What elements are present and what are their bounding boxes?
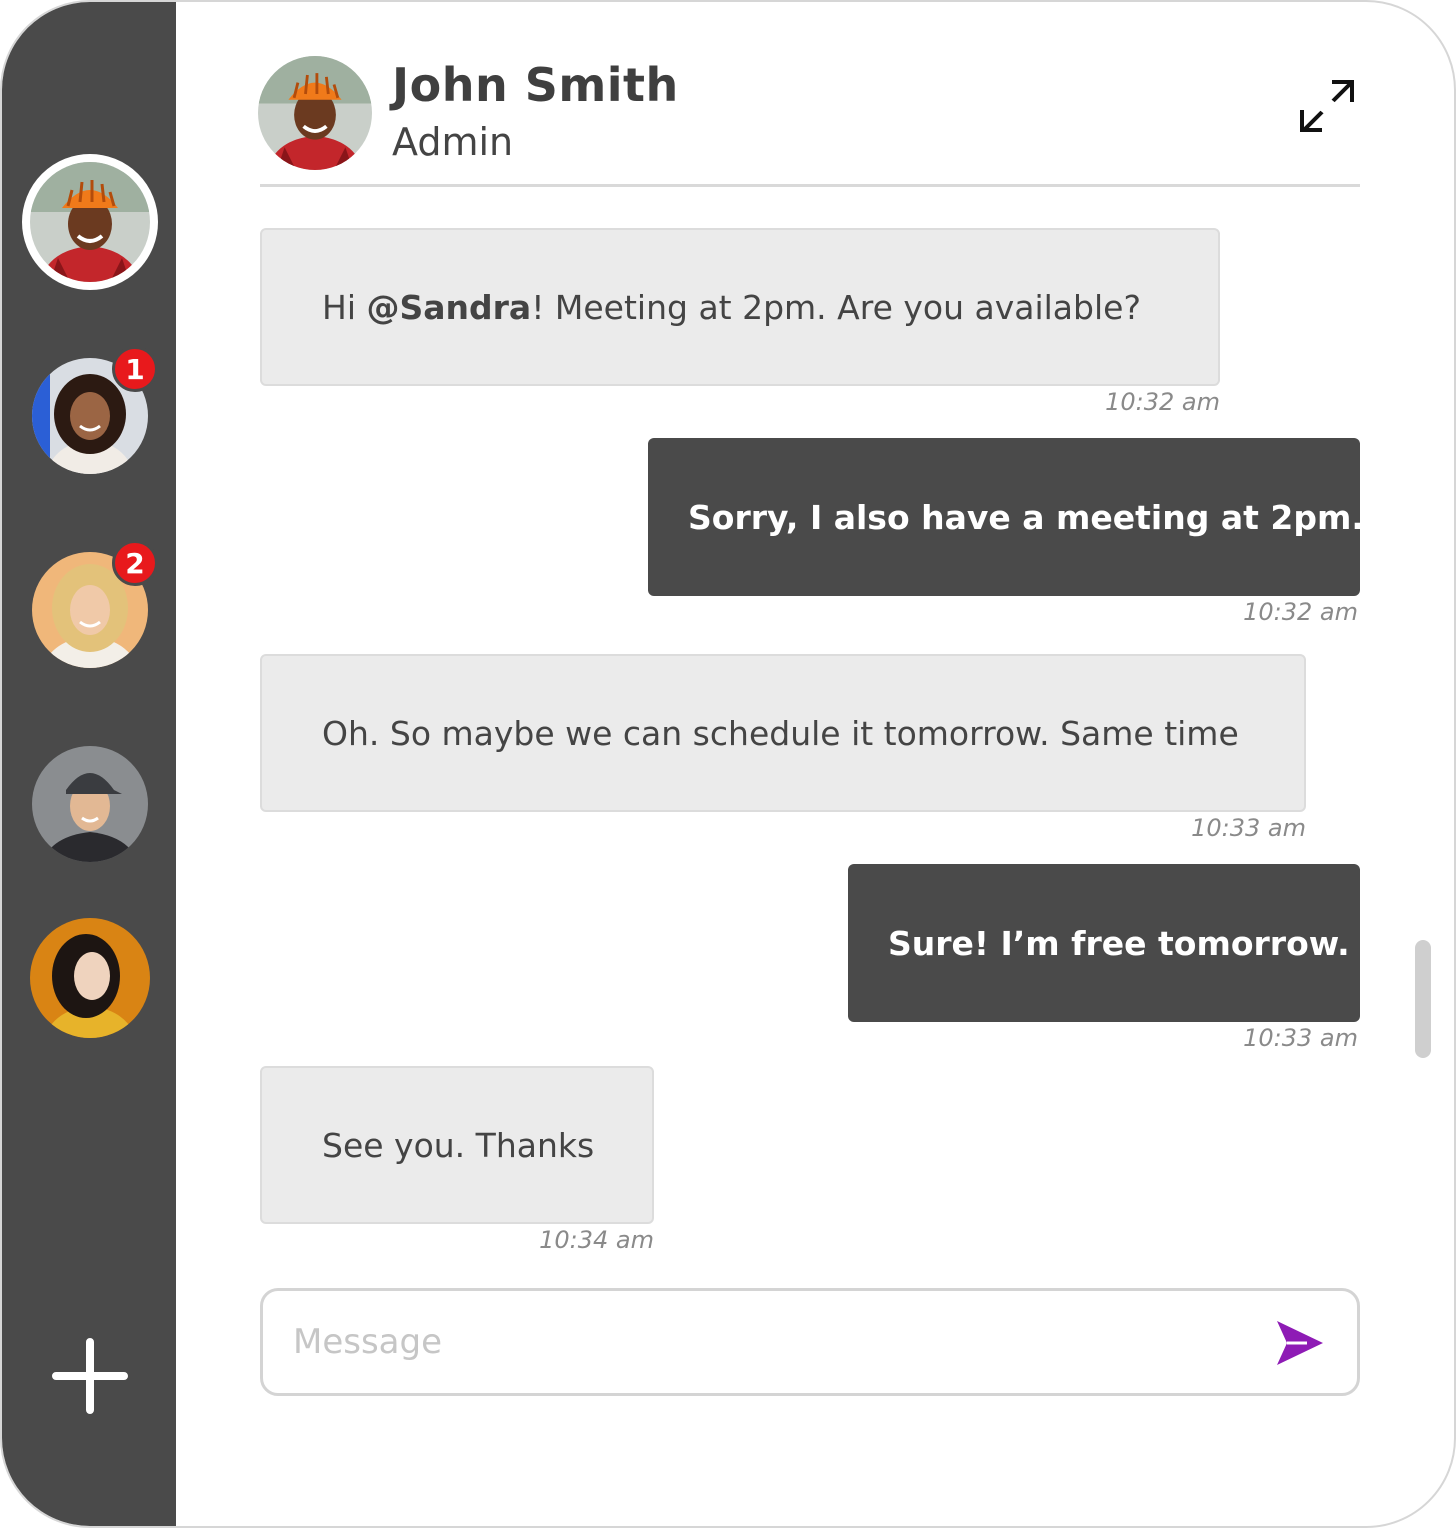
message-outgoing: Sure! I’m free tomorrow. [848,864,1360,1022]
avatar [258,56,372,170]
expand-icon [1300,80,1354,132]
message-text: See you. Thanks [322,1125,595,1165]
sidebar-contact-john-smith[interactable] [22,154,158,290]
send-button[interactable] [1273,1317,1327,1369]
messages-scrollbar[interactable] [1415,940,1431,1058]
contacts-sidebar: 1 2 [2,2,176,1526]
message-incoming: Hi @Sandra! Meeting at 2pm. Are you avai… [260,228,1220,386]
message-timestamp: 10:33 am [1191,814,1306,842]
message-text: ! Meeting at 2pm. Are you available? [531,287,1141,327]
add-contact-button[interactable] [52,1338,128,1414]
chat-window: 1 2 John Smith Admin Hi @Sandra ! Meetin… [0,0,1456,1528]
message-timestamp: 10:34 am [539,1226,654,1254]
message-timestamp: 10:32 am [1105,388,1220,416]
send-icon [1277,1321,1323,1365]
expand-button[interactable] [1296,76,1360,136]
contact-role: Admin [392,120,514,164]
message-incoming: See you. Thanks [260,1066,654,1224]
message-text: Sorry, I also have a meeting at 2pm. [688,497,1364,537]
message-incoming: Oh. So maybe we can schedule it tomorrow… [260,654,1306,812]
contact-name: John Smith [392,58,679,112]
message-timestamp: 10:33 am [1243,1024,1358,1052]
plus-icon [52,1338,128,1414]
message-text: Oh. So maybe we can schedule it tomorrow… [322,713,1239,753]
avatar [32,746,148,862]
unread-badge: 1 [112,346,158,392]
message-outgoing: Sorry, I also have a meeting at 2pm. [648,438,1364,596]
header-divider [260,184,1360,187]
unread-badge: 2 [112,540,158,586]
message-composer [260,1288,1360,1396]
message-timestamp: 10:32 am [1243,598,1358,626]
sidebar-contact-5[interactable] [30,918,150,1038]
avatar [30,918,150,1038]
message-input[interactable] [293,1311,1253,1373]
message-text: Sure! I’m free tomorrow. [888,923,1350,963]
message-text-prefix: Hi [322,287,367,327]
mention-link[interactable]: @Sandra [366,288,531,327]
avatar [30,162,150,282]
sidebar-contact-4[interactable] [32,746,148,862]
header-avatar [258,56,372,170]
